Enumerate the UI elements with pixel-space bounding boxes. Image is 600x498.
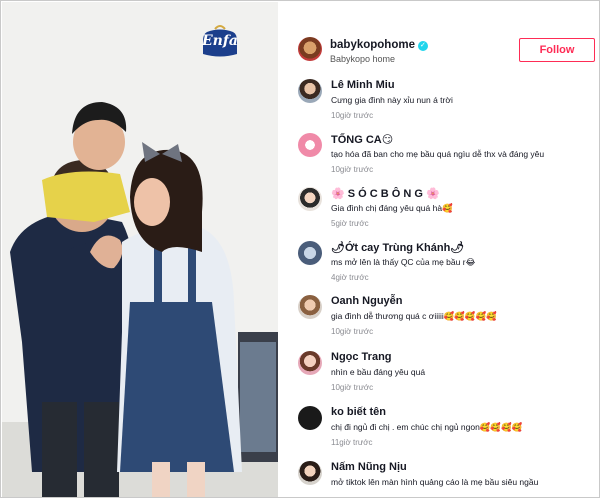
verified-check-icon: ✓ [417,41,428,51]
comment-text: Cưng gia đình này xỉu nun á trời [331,95,453,105]
author-avatar[interactable] [298,37,322,61]
commenter-name[interactable]: 🌶Ớt cay Trùng Khánh🌶 [331,241,464,254]
comment-item: ko biết tên chị đi ngủ đi chị . em chúc … [278,401,599,455]
comment-item: 🌶Ớt cay Trùng Khánh🌶 ms mở lên là thấy Q… [278,236,599,290]
follow-button[interactable]: Follow [519,38,595,62]
commenter-name[interactable]: TỐNG CA😏 [331,133,393,146]
comment-text: nhìn e bầu đáng yêu quá [331,367,426,377]
comment-item: TỐNG CA😏 tạo hóa đã ban cho mẹ bầu quá n… [278,128,599,182]
family-photo [2,2,278,497]
enfa-logo: Enfa [195,24,245,60]
video-player[interactable]: Enfa [2,2,278,497]
commenter-name[interactable]: 🌸 S Ó C B Ô N G 🌸 [331,187,440,200]
comment-text: gia đình dễ thương quá c ơiiiii🥰🥰🥰🥰🥰 [331,311,497,321]
comment-time: 10giờ trước [331,383,374,392]
commenter-name[interactable]: Lê Minh Miu [331,79,395,91]
comment-time: 5giờ trước [331,219,369,228]
comment-time: 10giờ trước [331,327,374,336]
comments-panel: babykopohome ✓ Babykopo home Follow Lê Mi… [278,2,599,497]
comment-text: Gia đình chị đáng yêu quá hà🥰 [331,203,453,213]
commenter-avatar[interactable] [298,241,322,265]
commenter-avatar[interactable] [298,79,322,103]
comment-time: 10giờ trước [331,111,374,120]
comment-item: Oanh Nguyễn gia đình dễ thương quá c ơii… [278,290,599,344]
author-username-text: babykopohome [330,39,415,51]
comment-item: Ngọc Trang nhìn e bầu đáng yêu quá 10giờ… [278,346,599,400]
comment-text: ms mở lên là thấy QC của mẹ bầu r😂 [331,257,476,267]
comment-time: 11giờ trước [331,438,373,447]
author-display-name: Babykopo home [330,54,396,64]
comment-time: 10giờ trước [331,165,374,174]
comment-time: 4giờ trước [331,273,369,282]
comment-text: tạo hóa đã ban cho mẹ bầu quá ngìu dễ th… [331,149,545,159]
commenter-avatar[interactable] [298,351,322,375]
enfa-logo-text: Enfa [202,33,238,49]
commenter-avatar[interactable] [298,295,322,319]
commenter-avatar[interactable] [298,406,322,430]
post-header: babykopohome ✓ Babykopo home Follow [278,2,599,74]
comment-item: Nấm Nũng Nịu mở tiktok lên màn hình quản… [278,456,599,497]
commenter-name[interactable]: Ngọc Trang [331,351,392,363]
author-username[interactable]: babykopohome ✓ [330,39,428,51]
commenter-avatar[interactable] [298,133,322,157]
comment-item: 🌸 S Ó C B Ô N G 🌸 Gia đình chị đáng yêu … [278,182,599,236]
comment-text: mở tiktok lên màn hình quảng cáo là mẹ b… [331,477,539,487]
tiktok-post-window: Enfa babykopohome ✓ Babykopo home Follow … [0,0,600,498]
comment-text: chị đi ngủ đi chị . em chúc chị ngủ ngon… [331,422,523,432]
commenter-name[interactable]: Oanh Nguyễn [331,295,403,307]
commenter-name[interactable]: ko biết tên [331,406,386,418]
commenter-avatar[interactable] [298,461,322,485]
commenter-name[interactable]: Nấm Nũng Nịu [331,461,407,473]
commenter-avatar[interactable] [298,187,322,211]
comment-item: Lê Minh Miu Cưng gia đình này xỉu nun á … [278,74,599,128]
